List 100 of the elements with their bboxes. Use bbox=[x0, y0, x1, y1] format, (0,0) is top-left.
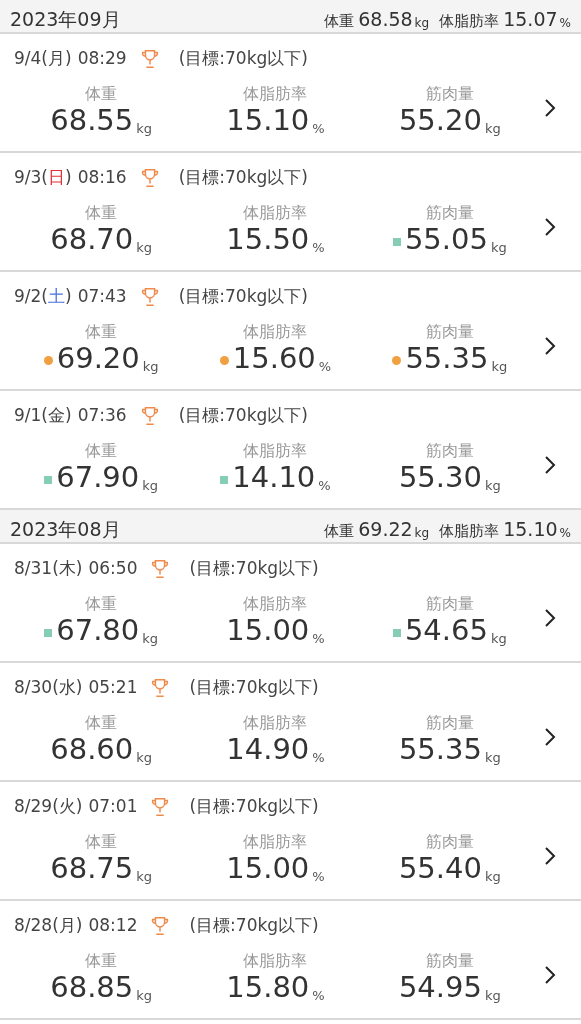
measure-value: 55.40 bbox=[398, 853, 482, 883]
record-time: 07:36 bbox=[77, 404, 127, 427]
measure-label: 筋肉量 bbox=[425, 204, 474, 221]
measure-value: 68.60 bbox=[50, 734, 134, 764]
measure-value: 14.10 bbox=[232, 462, 316, 492]
record-date-close: ) bbox=[65, 166, 72, 189]
goal-text: (目標:70kg以下) bbox=[189, 557, 319, 580]
record-date: 9/4( bbox=[14, 47, 48, 70]
record-date-close: ) bbox=[75, 795, 83, 818]
goal-text: (目標:70kg以下) bbox=[178, 166, 308, 189]
record-date: 8/30( bbox=[14, 676, 59, 699]
measure-label: 体重 bbox=[85, 952, 118, 969]
record-row[interactable]: 9/4(月) 08:29 (目標:70kg以下) 体重 68.55 kg 体脂肪率 15.10% 筋肉量 55.20 kg bbox=[0, 34, 581, 153]
measure-unit: kg bbox=[490, 240, 507, 254]
record-row[interactable]: 9/3(日) 08:16 (目標:70kg以下) 体重 68.70 kg 体脂肪率 15.50% 筋肉量 55.05 kg bbox=[0, 153, 581, 272]
measure-unit: % bbox=[312, 121, 325, 135]
measure-unit: kg bbox=[136, 121, 153, 135]
measure-label: 体脂肪率 bbox=[243, 952, 308, 969]
measure-label: 体脂肪率 bbox=[243, 595, 308, 612]
record-date-close: ) bbox=[75, 676, 83, 699]
measure-value: 67.80 bbox=[56, 615, 140, 645]
measure-label: 体重 bbox=[85, 595, 118, 612]
record-date: 8/31( bbox=[14, 557, 59, 580]
summary-unit: kg bbox=[414, 527, 430, 539]
record-date: 8/28( bbox=[14, 914, 59, 937]
measure-value: 67.90 bbox=[56, 462, 140, 492]
measure-value: 15.00 bbox=[226, 615, 310, 645]
measure-unit: % bbox=[318, 478, 331, 492]
month-title: 2023年09月 bbox=[10, 10, 121, 29]
summary-label: 体重 bbox=[324, 14, 355, 29]
summary-value: 15.10 bbox=[503, 520, 558, 539]
measure-unit: kg bbox=[484, 988, 501, 1002]
measure-unit: % bbox=[312, 869, 325, 883]
summary-label: 体脂肪率 bbox=[439, 524, 500, 539]
measure-label: 体重 bbox=[85, 85, 118, 102]
measure-label: 体重 bbox=[85, 833, 118, 850]
measure-label: 体脂肪率 bbox=[243, 442, 308, 459]
record-date-close: ) bbox=[65, 47, 72, 70]
record-date-close: ) bbox=[65, 404, 72, 427]
record-row[interactable]: 8/29(火) 07:01 (目標:70kg以下) 体重 68.75 kg 体脂肪率 15.00% 筋肉量 55.40 kg bbox=[0, 782, 581, 901]
measure-value: 55.20 bbox=[398, 105, 482, 135]
record-time: 08:16 bbox=[77, 166, 127, 189]
measure-label: 筋肉量 bbox=[425, 714, 474, 731]
measure-value: 55.30 bbox=[398, 462, 482, 492]
measure-unit: kg bbox=[484, 750, 501, 764]
measure-value: 55.05 bbox=[404, 224, 488, 254]
measure-unit: % bbox=[312, 750, 325, 764]
measure-unit: % bbox=[312, 631, 325, 645]
chevron-right-icon bbox=[544, 336, 556, 356]
chevron-right-icon bbox=[544, 846, 556, 866]
goal-text: (目標:70kg以下) bbox=[178, 404, 308, 427]
record-row[interactable]: 8/30(水) 05:21 (目標:70kg以下) 体重 68.60 kg 体脂肪率 14.90% 筋肉量 55.35 kg bbox=[0, 663, 581, 782]
measure-unit: kg bbox=[491, 359, 508, 373]
record-time: 06:50 bbox=[88, 557, 138, 580]
measure-label: 筋肉量 bbox=[425, 595, 474, 612]
measure-value: 15.50 bbox=[226, 224, 310, 254]
measure-value: 15.10 bbox=[226, 105, 310, 135]
chevron-right-icon bbox=[544, 727, 556, 747]
goal-text: (目標:70kg以下) bbox=[189, 914, 319, 937]
record-time: 08:29 bbox=[77, 47, 127, 70]
chevron-right-icon bbox=[544, 455, 556, 475]
measure-label: 筋肉量 bbox=[425, 442, 474, 459]
record-time: 07:01 bbox=[88, 795, 138, 818]
measure-unit: kg bbox=[490, 631, 507, 645]
weekday: 月 bbox=[58, 914, 76, 937]
record-row[interactable]: 9/2(土) 07:43 (目標:70kg以下) 体重 69.20 kg 体脂肪率 15.60% 筋肉量 55.35 kg bbox=[0, 272, 581, 391]
chevron-right-icon bbox=[544, 217, 556, 237]
measure-unit: kg bbox=[142, 359, 159, 373]
summary-value: 68.58 bbox=[358, 10, 413, 29]
weekday: 水 bbox=[58, 676, 76, 699]
measure-unit: kg bbox=[484, 869, 501, 883]
summary-label: 体脂肪率 bbox=[439, 14, 500, 29]
measure-label: 体重 bbox=[85, 323, 118, 340]
measure-value: 54.95 bbox=[398, 972, 482, 1002]
chevron-right-icon bbox=[544, 965, 556, 985]
measure-value: 69.20 bbox=[56, 343, 140, 373]
measure-label: 体重 bbox=[85, 442, 118, 459]
record-date: 9/3( bbox=[14, 166, 48, 189]
measure-unit: kg bbox=[136, 988, 153, 1002]
measure-value: 68.85 bbox=[50, 972, 134, 1002]
summary-unit: kg bbox=[414, 17, 430, 29]
summary-unit: % bbox=[559, 17, 571, 29]
goal-text: (目標:70kg以下) bbox=[189, 676, 319, 699]
measure-label: 体脂肪率 bbox=[243, 323, 308, 340]
measure-label: 体脂肪率 bbox=[243, 714, 308, 731]
chevron-right-icon bbox=[544, 608, 556, 628]
measure-label: 筋肉量 bbox=[425, 323, 474, 340]
weekday: 土 bbox=[48, 285, 65, 308]
measure-value: 54.65 bbox=[404, 615, 488, 645]
weekday: 火 bbox=[58, 795, 76, 818]
record-date-close: ) bbox=[75, 914, 83, 937]
measure-unit: kg bbox=[136, 750, 153, 764]
record-row[interactable]: 8/28(月) 08:12 (目標:70kg以下) 体重 68.85 kg 体脂肪率 15.80% 筋肉量 54.95 kg bbox=[0, 901, 581, 1020]
record-row[interactable]: 8/31(木) 06:50 (目標:70kg以下) 体重 67.80 kg 体脂肪率 15.00% 筋肉量 54.65 kg bbox=[0, 544, 581, 663]
weekday: 金 bbox=[48, 404, 65, 427]
summary-label: 体重 bbox=[324, 524, 355, 539]
month-title: 2023年08月 bbox=[10, 520, 121, 539]
weekday: 木 bbox=[58, 557, 76, 580]
measure-value: 55.35 bbox=[405, 343, 489, 373]
measure-label: 体重 bbox=[85, 714, 118, 731]
